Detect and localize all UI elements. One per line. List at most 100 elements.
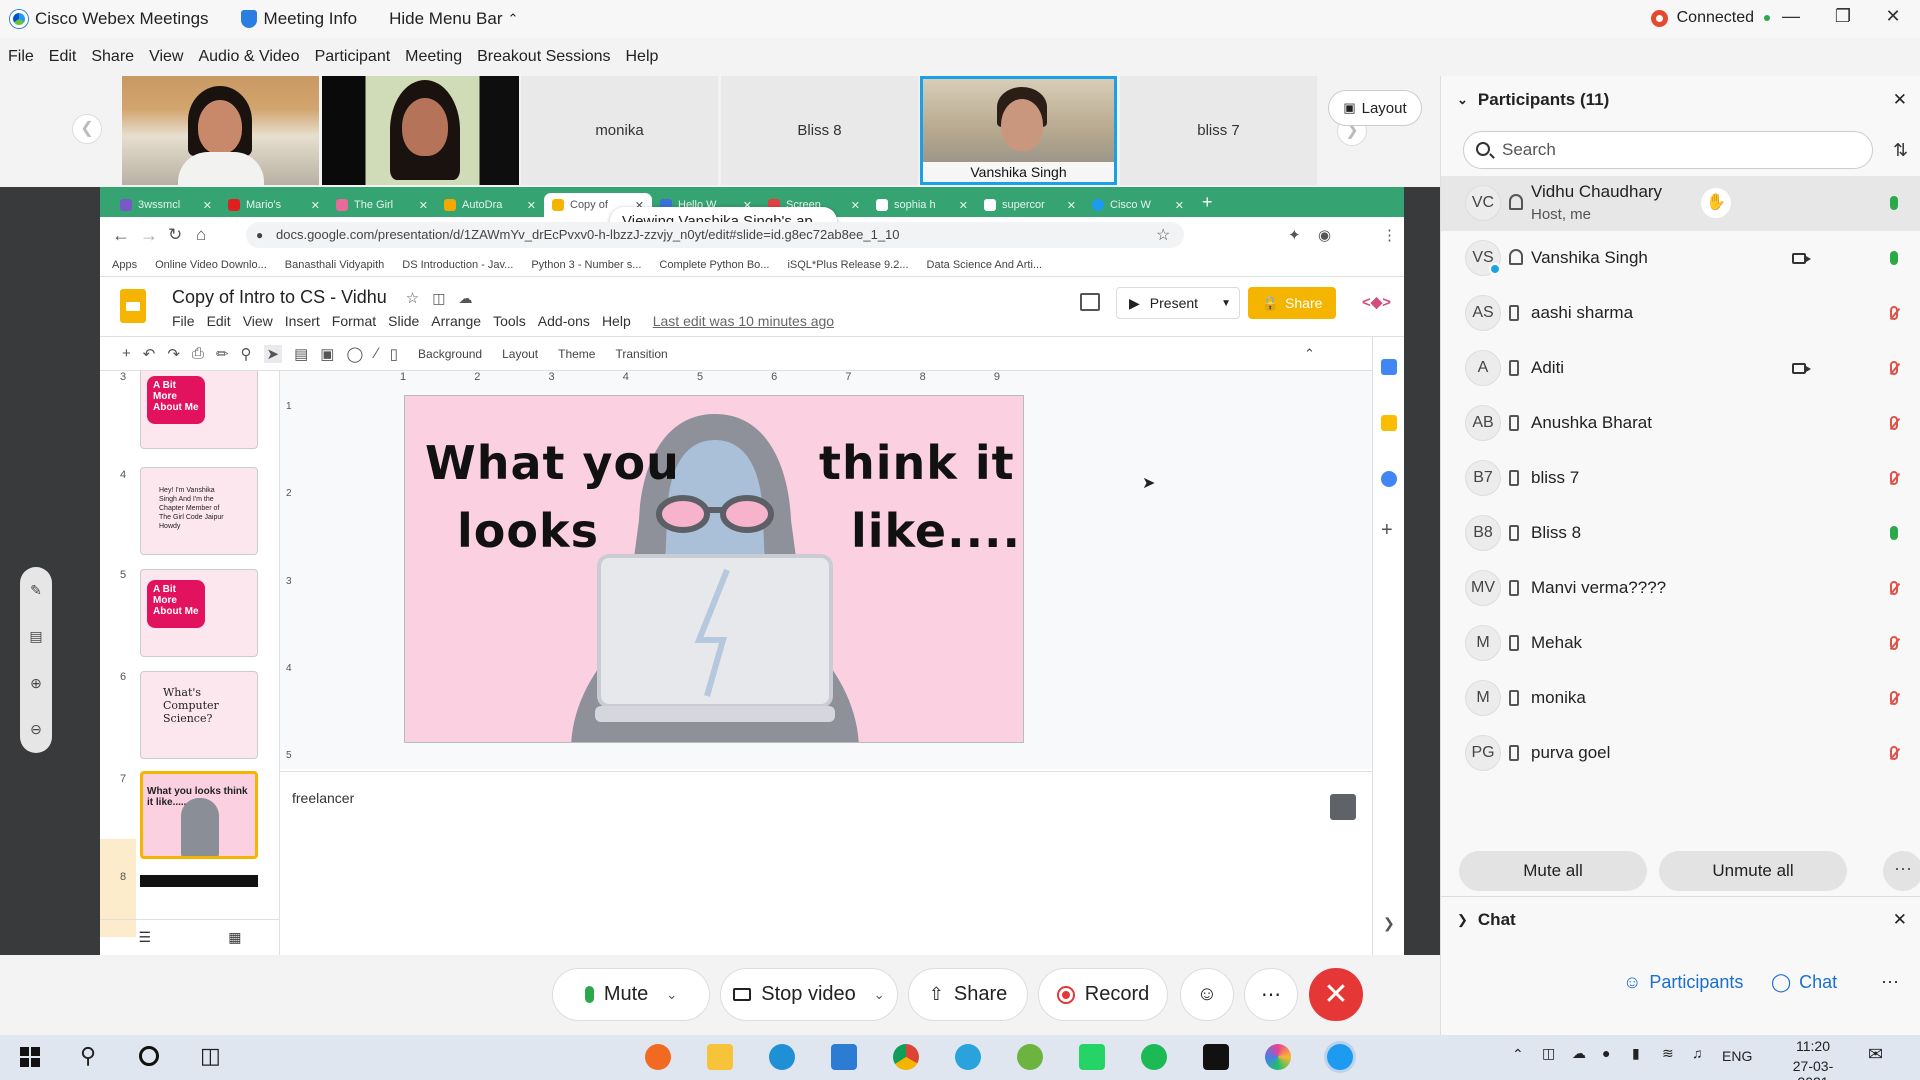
participant-row[interactable]: M monika xyxy=(1441,671,1920,726)
current-slide[interactable]: What you looks think it like..... xyxy=(404,395,1024,743)
participants-tab[interactable]: ☺ Participants xyxy=(1623,972,1743,993)
pycharm-icon[interactable] xyxy=(1203,1044,1229,1070)
menu-meeting[interactable]: Meeting xyxy=(405,48,462,66)
chevron-down-icon[interactable]: ⌄ xyxy=(666,987,677,1003)
microphone-muted-icon[interactable] xyxy=(1890,581,1898,595)
menu-participant[interactable]: Participant xyxy=(315,48,391,66)
slide-thumbnail-4[interactable]: Hey! I'm Vanshika Singh And I'm the Chap… xyxy=(140,467,258,555)
layout-button[interactable]: ▣ Layout xyxy=(1328,90,1422,126)
slides-share-button[interactable]: 🔒 Share xyxy=(1248,287,1336,319)
browser-tab[interactable]: The Girl ✕ xyxy=(328,193,436,217)
bookmark-item[interactable]: Python 3 - Number s... xyxy=(531,259,641,271)
video-tile-1[interactable] xyxy=(122,76,319,185)
menu-edit[interactable]: Edit xyxy=(49,48,77,66)
bookmark-item[interactable]: DS Introduction - Jav... xyxy=(402,259,513,271)
sort-icon[interactable]: ⇅ xyxy=(1893,140,1908,161)
language-indicator[interactable]: ENG xyxy=(1722,1048,1752,1064)
list-view-icon[interactable]: ☰ xyxy=(139,929,152,946)
collapse-chevron-icon[interactable]: ⌄ xyxy=(1457,92,1468,108)
theme-button[interactable]: Theme xyxy=(550,347,595,361)
menu-breakout-sessions[interactable]: Breakout Sessions xyxy=(477,48,610,66)
notifications-icon[interactable]: ✉ xyxy=(1868,1044,1883,1065)
comment-icon[interactable]: ▯ xyxy=(390,345,398,363)
slide-canvas[interactable]: 1 2 3 4 5 6 7 8 9 1 2 3 4 5 What you loo… xyxy=(280,371,1372,769)
chrome-icon[interactable] xyxy=(893,1044,919,1070)
whatsapp-icon[interactable] xyxy=(1079,1044,1105,1070)
new-slide-icon[interactable]: + xyxy=(122,345,131,362)
slide-thumbnail-6[interactable]: What's Computer Science? xyxy=(140,671,258,759)
tab-close-icon[interactable]: ✕ xyxy=(203,199,212,212)
slide-thumbnail-3[interactable]: A Bit More About Me xyxy=(140,371,258,449)
microphone-on-icon[interactable] xyxy=(1890,251,1898,265)
participant-row[interactable]: B7 bliss 7 xyxy=(1441,451,1920,506)
windows-start-icon[interactable] xyxy=(20,1047,40,1067)
microphone-muted-icon[interactable] xyxy=(1890,416,1898,430)
volume-icon[interactable]: ♫ xyxy=(1692,1045,1703,1061)
menu-audio-video[interactable]: Audio & Video xyxy=(198,48,299,66)
present-dropdown-icon[interactable]: ▼ xyxy=(1221,298,1231,309)
hide-menu-bar-button[interactable]: Hide Menu Bar ⌃ xyxy=(389,9,518,29)
grid-view-icon[interactable]: ▦ xyxy=(228,929,241,946)
add-addon-icon[interactable]: + xyxy=(1381,519,1393,542)
share-button[interactable]: ⇧ Share xyxy=(908,968,1028,1021)
reactions-button[interactable]: ☺ xyxy=(1180,968,1234,1021)
restore-icon[interactable]: ❐ xyxy=(1828,6,1858,27)
keep-icon[interactable] xyxy=(1381,415,1397,431)
print-icon[interactable]: ⎙ xyxy=(192,345,204,362)
participant-row[interactable]: MV Manvi verma???? xyxy=(1441,561,1920,616)
close-window-icon[interactable]: ✕ xyxy=(1878,6,1908,27)
comments-icon[interactable] xyxy=(1080,293,1100,311)
chat-header[interactable]: ❯ Chat ✕ xyxy=(1441,896,1920,942)
forward-icon[interactable]: → xyxy=(140,225,158,246)
leave-meeting-button[interactable]: ✕ xyxy=(1309,968,1363,1021)
code-extension-icon[interactable]: <◆> xyxy=(1362,293,1391,311)
browser-tab[interactable]: 3wssmcl ✕ xyxy=(112,193,220,217)
menu-share[interactable]: Share xyxy=(91,48,134,66)
participant-row[interactable]: A Aditi xyxy=(1441,341,1920,396)
undo-icon[interactable]: ↶ xyxy=(143,345,156,363)
tab-close-icon[interactable]: ✕ xyxy=(419,199,428,212)
transition-button[interactable]: Transition xyxy=(607,347,667,361)
participant-more-icon[interactable]: ⋯ xyxy=(1883,851,1920,891)
expand-chevron-icon[interactable]: ❯ xyxy=(1457,912,1468,928)
participant-row[interactable]: VS Vanshika Singh xyxy=(1441,231,1920,286)
participant-row[interactable]: M Mehak xyxy=(1441,616,1920,671)
stop-video-button[interactable]: Stop video ⌄ xyxy=(720,968,898,1021)
browser-tab[interactable]: AutoDra ✕ xyxy=(436,193,544,217)
extension-icon[interactable]: ✦ xyxy=(1288,226,1301,244)
wifi-icon[interactable]: ≋ xyxy=(1662,1045,1674,1062)
slides-menu-format[interactable]: Format xyxy=(332,313,376,329)
line-icon[interactable]: ∕ xyxy=(375,345,378,362)
bookmark-item[interactable]: Banasthali Vidyapith xyxy=(285,259,384,271)
slides-menu-file[interactable]: File xyxy=(172,313,195,329)
document-title[interactable]: Copy of Intro to CS - Vidhu ☆ ◫ ☁ xyxy=(172,287,473,308)
mute-all-button[interactable]: Mute all xyxy=(1459,851,1647,891)
reload-icon[interactable]: ↻ xyxy=(168,225,182,245)
browser-tab[interactable]: supercor ✕ xyxy=(976,193,1084,217)
redo-icon[interactable]: ↷ xyxy=(167,345,180,363)
tray-expand-icon[interactable]: ⌃ xyxy=(1512,1046,1524,1063)
home-icon[interactable]: ⌂ xyxy=(196,225,206,245)
explore-icon[interactable] xyxy=(1330,794,1356,820)
cortana-icon[interactable] xyxy=(139,1046,159,1066)
browser-menu-icon[interactable]: ⋮ xyxy=(1382,226,1397,244)
video-tile-vanshika-singh[interactable]: Vanshika Singh xyxy=(920,76,1117,185)
record-button[interactable]: Record xyxy=(1038,968,1168,1021)
tab-close-icon[interactable]: ✕ xyxy=(1175,199,1184,212)
participant-row[interactable]: VC Vidhu Chaudhary Host, me ✋ xyxy=(1441,176,1920,231)
clock-date[interactable]: 27-03-2021 xyxy=(1778,1058,1848,1080)
unmute-all-button[interactable]: Unmute all xyxy=(1659,851,1847,891)
slides-menu-addons[interactable]: Add-ons xyxy=(538,313,590,329)
participant-row[interactable]: AB Anushka Bharat xyxy=(1441,396,1920,451)
vscode-icon[interactable] xyxy=(831,1044,857,1070)
image-icon[interactable]: ▣ xyxy=(320,345,334,363)
slides-menu-help[interactable]: Help xyxy=(602,313,631,329)
slides-menu-edit[interactable]: Edit xyxy=(207,313,231,329)
battery-icon[interactable]: ▮ xyxy=(1632,1045,1640,1062)
participant-row[interactable]: AS aashi sharma xyxy=(1441,286,1920,341)
slides-menu-insert[interactable]: Insert xyxy=(285,313,320,329)
slide-thumbnail-8[interactable] xyxy=(140,875,258,887)
telegram-icon[interactable] xyxy=(955,1044,981,1070)
microphone-muted-icon[interactable] xyxy=(1890,306,1898,320)
google-slides-logo-icon[interactable] xyxy=(120,289,146,323)
